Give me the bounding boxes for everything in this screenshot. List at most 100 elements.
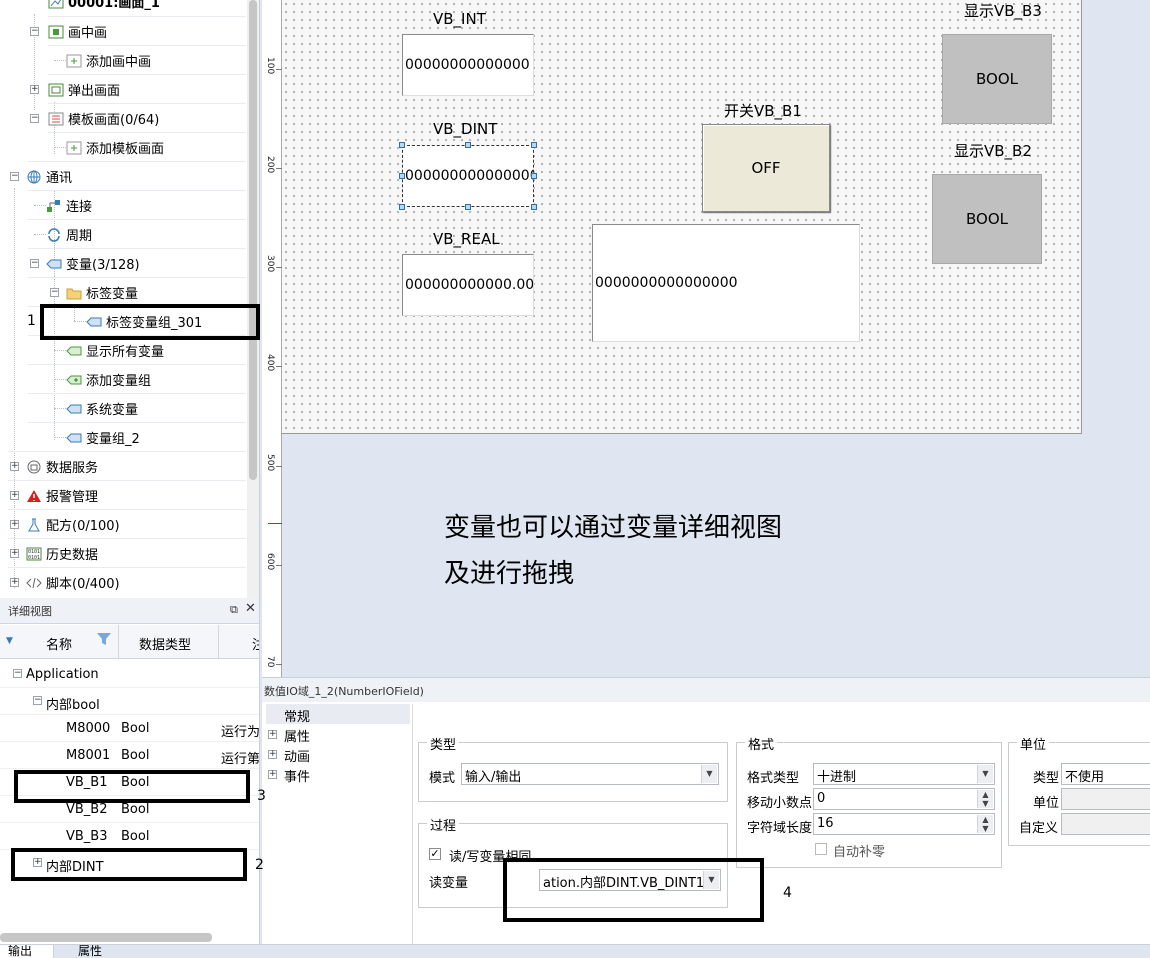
tree-item-history[interactable]: 0101 0101 历史数据 (26, 539, 98, 568)
tab-output[interactable]: 输出 (0, 945, 54, 958)
tree-item-alarm[interactable]: 报警管理 (26, 481, 98, 510)
annotation-number-3: 3 (257, 788, 266, 804)
tree-item-show-all-vars[interactable]: 显示所有变量 (66, 336, 164, 365)
annotation-box-1 (40, 304, 260, 340)
tree-item-add-template[interactable]: 添加模板画面 (66, 133, 164, 162)
expand-toggle[interactable]: + (30, 85, 39, 94)
spinner-arrows-icon[interactable]: ▲ ▼ (977, 815, 993, 833)
detail-horizontal-scrollbar[interactable] (0, 933, 212, 942)
expand-toggle[interactable]: + (268, 750, 277, 759)
connection-icon (46, 199, 62, 213)
resize-handle[interactable] (399, 173, 405, 179)
nav-general[interactable]: 常规 (266, 706, 410, 726)
tree-item-recipe[interactable]: 配方(0/100) (26, 510, 120, 539)
field-length-spinner[interactable]: 16 ▲ ▼ (813, 813, 995, 835)
resize-handle[interactable] (465, 204, 471, 210)
filter-icon[interactable] (96, 631, 112, 651)
collapse-toggle[interactable]: − (30, 27, 39, 36)
tree-item-template[interactable]: 模板画面(0/64) (48, 104, 159, 133)
collapse-toggle[interactable]: − (13, 669, 22, 678)
expand-toggle[interactable]: + (10, 578, 19, 587)
switch-caption[interactable]: 开关VB_B1 (724, 100, 802, 121)
large-io-field[interactable]: 0000000000000000 (592, 224, 860, 342)
expand-toggle[interactable]: + (10, 549, 19, 558)
tree-item-popup[interactable]: 弹出画面 (48, 75, 120, 104)
tree-item-script[interactable]: 脚本(0/400) (26, 568, 120, 597)
sort-arrow-icon[interactable]: ▼ (6, 636, 13, 646)
tree-row-internal-bool[interactable]: − 内部bool (0, 688, 259, 715)
tree-item-tag-vars[interactable]: 标签变量 (66, 278, 138, 307)
expand-toggle[interactable]: + (268, 770, 277, 779)
resize-handle[interactable] (531, 204, 537, 210)
unit-group: 单位 类型 不使用 单位 自定义 (1008, 734, 1150, 846)
tree-item-add-pip[interactable]: 添加画中画 (66, 46, 151, 75)
vb-real-io-field[interactable]: 000000000000.00 (402, 254, 534, 316)
table-row[interactable]: VB_B3 Bool (0, 823, 259, 850)
column-comment[interactable]: 注 (252, 634, 259, 653)
format-type-select[interactable]: 十进制 ▼ (813, 763, 995, 785)
tree-item-variables[interactable]: 变量(3/128) (46, 249, 140, 278)
tree-item-comm[interactable]: 通讯 (26, 162, 72, 191)
tree-item-pip[interactable]: 画中画 (48, 17, 107, 46)
tree-item-system-vars[interactable]: 系统变量 (66, 394, 138, 423)
resize-handle[interactable] (531, 173, 537, 179)
expand-toggle[interactable]: + (268, 730, 277, 739)
vb-real-caption[interactable]: VB_REAL (433, 230, 500, 248)
auto-pad-checkbox[interactable] (815, 843, 827, 855)
vb-dint-io-field[interactable]: 000000000000000 (402, 145, 534, 207)
close-icon[interactable]: ✕ (245, 601, 256, 616)
add-icon (66, 54, 82, 68)
tree-item-add-var-group[interactable]: 添加变量组 (66, 365, 151, 394)
resize-handle[interactable] (531, 142, 537, 148)
nav-properties[interactable]: + 属性 (266, 726, 410, 746)
vb-dint-caption[interactable]: VB_DINT (433, 120, 497, 138)
table-row[interactable]: M8000 Bool 运行为 (0, 715, 259, 742)
tree-item-data-service[interactable]: 数据服务 (26, 452, 98, 481)
vb-int-io-field[interactable]: 00000000000000 (402, 34, 534, 96)
collapse-toggle[interactable]: − (30, 259, 39, 268)
nav-animation[interactable]: + 动画 (266, 746, 410, 766)
collapse-toggle[interactable]: − (30, 114, 39, 123)
hmi-screen-canvas[interactable]: VB_INT 00000000000000 VB_DINT 0000000000… (282, 0, 1082, 434)
tree-item-connection[interactable]: 连接 (46, 191, 92, 220)
collapse-toggle[interactable]: − (10, 172, 19, 181)
project-tree[interactable]: 00001:画面_1 − 画中画 添加画中画 + 弹出画面 − 模板画面(0/6… (0, 0, 260, 598)
vb-int-caption[interactable]: VB_INT (433, 10, 486, 28)
table-row[interactable]: M8001 Bool 运行第 (0, 742, 259, 769)
nav-events[interactable]: + 事件 (266, 766, 410, 786)
collapse-toggle[interactable]: − (50, 288, 59, 297)
column-data-type[interactable]: 数据类型 (139, 634, 191, 653)
expand-toggle[interactable]: + (10, 491, 19, 500)
expand-toggle[interactable]: + (10, 520, 19, 529)
spinner-arrows-icon[interactable]: ▲ ▼ (977, 790, 993, 808)
resize-handle[interactable] (399, 142, 405, 148)
tree-item-screen-1[interactable]: 00001:画面_1 (48, 0, 160, 16)
template-icon (48, 112, 64, 126)
b3-caption[interactable]: 显示VB_B3 (964, 0, 1042, 21)
tree-item-var-group-2[interactable]: 变量组_2 (66, 423, 140, 452)
tree-item-cycle[interactable]: 周期 (46, 220, 92, 249)
float-icon[interactable]: ⧉ (230, 603, 238, 617)
dropdown-arrow-icon: ▼ (977, 765, 993, 783)
column-name[interactable]: 名称 (46, 634, 72, 653)
switch-vb-b1-button[interactable]: OFF (702, 124, 830, 212)
tab-properties[interactable]: 属性 (70, 945, 110, 958)
expand-toggle[interactable]: + (10, 462, 19, 471)
resize-handle[interactable] (399, 204, 405, 210)
b2-caption[interactable]: 显示VB_B2 (954, 140, 1032, 161)
tree-scrollbar-thumb[interactable] (249, 0, 257, 480)
bool-display-vb-b2[interactable]: BOOL (932, 174, 1042, 264)
mode-select[interactable]: 输入/输出 ▼ (461, 763, 719, 785)
decimal-shift-spinner[interactable]: 0 ▲ ▼ (813, 788, 995, 810)
screen-editor[interactable]: 100 200 300 400 500 600 70 VB_INT 000000… (262, 0, 1150, 677)
var-group-icon (66, 431, 82, 445)
resize-handle[interactable] (465, 142, 471, 148)
tree-row-application[interactable]: − Application (0, 661, 259, 688)
alarm-icon (26, 489, 42, 503)
bool-display-vb-b3[interactable]: BOOL (942, 34, 1052, 124)
data-service-icon (26, 460, 42, 474)
rw-same-checkbox[interactable]: ✓ (429, 848, 441, 860)
pip-icon (48, 25, 64, 39)
unit-type-select[interactable]: 不使用 (1061, 763, 1150, 785)
collapse-toggle[interactable]: − (33, 696, 42, 705)
